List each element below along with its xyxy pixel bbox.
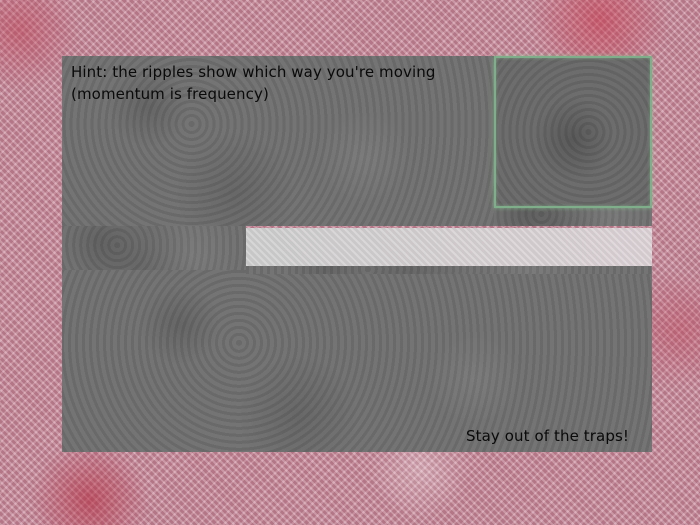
trap-warning-text: Stay out of the traps!	[466, 427, 629, 445]
stone-floor-lower	[62, 270, 652, 452]
stone-floor-lower-step	[246, 266, 652, 274]
stone-floor-upper-ledge	[494, 206, 652, 226]
stone-floor-left-connector	[62, 226, 246, 274]
game-scene: Hint: the ripples show which way you're …	[0, 0, 700, 525]
hint-text-line2: (momentum is frequency)	[71, 85, 269, 103]
hint-text-line1: Hint: the ripples show which way you're …	[71, 63, 436, 81]
goal-zone	[494, 56, 652, 208]
gap-corridor	[246, 228, 652, 266]
